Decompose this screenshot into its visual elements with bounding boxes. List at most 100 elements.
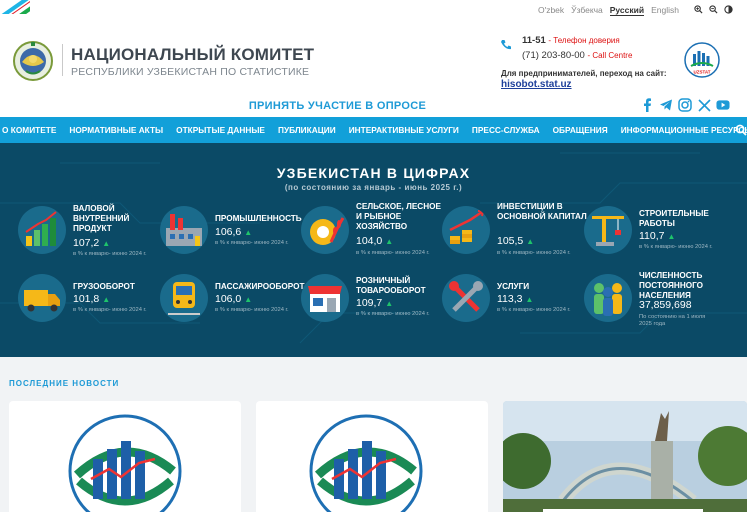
- contrast-icon[interactable]: [724, 5, 733, 14]
- stat-label: Пассажирооборот: [215, 282, 305, 291]
- stat-note: в % к январю- июню 2024 г.: [356, 250, 430, 256]
- stat-label: Численность постоянного населения: [639, 271, 703, 300]
- stat-value: 104,0 ▲: [356, 235, 394, 247]
- nav-item-press[interactable]: ПРЕСС-СЛУЖБА: [472, 125, 540, 135]
- call-centre-label: - Call Centre: [587, 51, 633, 60]
- factory-icon: [160, 206, 208, 254]
- state-emblem-logo[interactable]: [12, 40, 54, 82]
- stat-note: в % к январю- июню 2024 г.: [497, 250, 571, 256]
- x-twitter-icon[interactable]: [697, 98, 711, 112]
- stats-section: УЗБЕКИСТАН В ЦИФРАХ (по состоянию за янв…: [0, 143, 747, 357]
- flag-stripe-decoration: [0, 0, 30, 14]
- lang-russian[interactable]: Русский: [609, 5, 645, 16]
- gdp-chart-icon: [18, 206, 66, 254]
- telegram-icon[interactable]: [659, 98, 673, 112]
- stat-value: 107,2 ▲: [73, 237, 111, 249]
- train-icon: [160, 274, 208, 322]
- crane-icon: [584, 206, 632, 254]
- shop-icon: [301, 274, 349, 322]
- accessibility-tools: [694, 5, 733, 14]
- stat-note: в % к январю- июню 2024 г.: [356, 311, 430, 317]
- stat-value: 106,6 ▲: [215, 226, 253, 238]
- trend-up-icon: ▲: [102, 239, 111, 248]
- org-subtitle: РЕСПУБЛИКИ УЗБЕКИСТАН ПО СТАТИСТИКЕ: [71, 66, 310, 78]
- stats-title: УЗБЕКИСТАН В ЦИФРАХ: [276, 165, 471, 181]
- news-card-photo[interactable]: [503, 401, 747, 512]
- news-heading: ПОСЛЕДНИЕ НОВОСТИ: [9, 379, 120, 388]
- trend-up-icon: ▲: [244, 295, 253, 304]
- phone-icon: [501, 40, 511, 50]
- nav-item-publications[interactable]: ПУБЛИКАЦИИ: [278, 125, 336, 135]
- instagram-icon[interactable]: [678, 98, 692, 112]
- header-divider: [62, 44, 63, 76]
- nav-item-regulations[interactable]: НОРМАТИВНЫЕ АКТЫ: [69, 125, 163, 135]
- language-switcher: O'zbek Ўзбекча Русский English: [538, 5, 679, 16]
- search-icon[interactable]: [735, 124, 747, 136]
- stat-note: в % к январю- июню 2024 г.: [73, 251, 147, 257]
- stat-note: в % к январю- июню 2024 г.: [215, 240, 289, 246]
- stat-note: в % к январю- июню 2024 г.: [639, 244, 713, 250]
- call-centre-line: (71) 203-80-00 - Call Centre: [522, 50, 632, 61]
- nav-item-appeals[interactable]: ОБРАЩЕНИЯ: [553, 125, 608, 135]
- stat-note: в % к январю- июню 2024 г.: [215, 307, 289, 313]
- business-text: Для предпринимателей, переход на сайт:: [501, 69, 667, 78]
- stat-label: Грузооборот: [73, 282, 135, 291]
- stat-label: Валовой внутренний продукт: [73, 204, 130, 233]
- stat-label: Услуги: [497, 282, 530, 291]
- uzstat-logo[interactable]: UZSTAT: [684, 42, 720, 78]
- stat-value: 110,7 ▲: [639, 230, 676, 242]
- uzstat-logo-text: UZSTAT: [693, 70, 710, 75]
- call-centre-number[interactable]: (71) 203-80-00: [522, 50, 585, 61]
- stat-value: 101,8 ▲: [73, 293, 111, 305]
- truck-icon: [18, 274, 66, 322]
- trend-up-icon: ▲: [525, 295, 534, 304]
- trend-up-icon: ▲: [385, 299, 394, 308]
- stat-note: в % к январю- июню 2024 г.: [73, 307, 147, 313]
- survey-link[interactable]: ПРИНЯТЬ УЧАСТИЕ В ОПРОСЕ: [0, 100, 675, 112]
- hotline-label: - Телефон доверия: [548, 36, 620, 45]
- hotline-number[interactable]: 11-51: [522, 35, 546, 46]
- youtube-icon[interactable]: [716, 98, 730, 112]
- nav-item-info-resources[interactable]: ИНФОРМАЦИОННЫЕ РЕСУРСЫ: [621, 125, 747, 135]
- stat-label: Розничный товарооборот: [356, 276, 426, 295]
- trend-up-icon: ▲: [385, 237, 394, 246]
- stat-value: 109,7 ▲: [356, 297, 394, 309]
- park-gate-photo: [503, 401, 747, 512]
- stat-note: в % к январю- июню 2024 г.: [497, 307, 571, 313]
- news-card[interactable]: [256, 401, 488, 512]
- nav-item-about[interactable]: О КОМИТЕТЕ: [2, 125, 56, 135]
- trend-up-icon: ▲: [244, 228, 253, 237]
- trend-up-icon: ▲: [526, 237, 535, 246]
- stat-label: Сельское, лесное и рыбное хозяйство: [356, 202, 441, 231]
- stat-value: 105,5 ▲: [497, 235, 535, 247]
- news-card-image: [68, 414, 182, 512]
- coins-chart-icon: [442, 206, 490, 254]
- news-card-image: [309, 414, 423, 512]
- lang-uz-latin[interactable]: O'zbek: [538, 5, 564, 16]
- news-card[interactable]: [9, 401, 241, 512]
- stat-value: 37,859,698: [639, 299, 692, 311]
- stat-label: Строительные работы: [639, 209, 709, 228]
- org-title[interactable]: НАЦИОНАЛЬНЫЙ КОМИТЕТ: [71, 45, 314, 65]
- stat-value: 113,3 ▲: [497, 293, 534, 305]
- stat-value: 106,0 ▲: [215, 293, 253, 305]
- tools-icon: [442, 274, 490, 322]
- stat-note: По состоянию на 1 июля 2025 года: [639, 314, 706, 327]
- stat-label: Промышленность: [215, 214, 302, 223]
- lang-uz-cyrillic[interactable]: Ўзбекча: [571, 5, 603, 16]
- stat-label: Инвестиции в основной капитал: [497, 202, 587, 221]
- lang-english[interactable]: English: [651, 5, 679, 16]
- main-nav: О КОМИТЕТЕ НОРМАТИВНЫЕ АКТЫ ОТКРЫТЫЕ ДАН…: [0, 117, 747, 143]
- zoom-in-icon[interactable]: [694, 5, 703, 14]
- nav-item-interactive-services[interactable]: ИНТЕРАКТИВНЫЕ УСЛУГИ: [349, 125, 459, 135]
- hotline-line: 11-51 - Телефон доверия: [522, 35, 620, 46]
- trend-up-icon: ▲: [667, 232, 676, 241]
- wheat-gear-icon: [301, 206, 349, 254]
- facebook-icon[interactable]: [640, 98, 654, 112]
- business-link[interactable]: hisobot.stat.uz: [501, 79, 572, 90]
- nav-item-open-data[interactable]: ОТКРЫТЫЕ ДАННЫЕ: [176, 125, 265, 135]
- stats-subtitle: (по состоянию за январь - июнь 2025 г.): [284, 183, 463, 192]
- people-icon: [584, 274, 632, 322]
- zoom-out-icon[interactable]: [709, 5, 718, 14]
- social-links: [640, 98, 730, 112]
